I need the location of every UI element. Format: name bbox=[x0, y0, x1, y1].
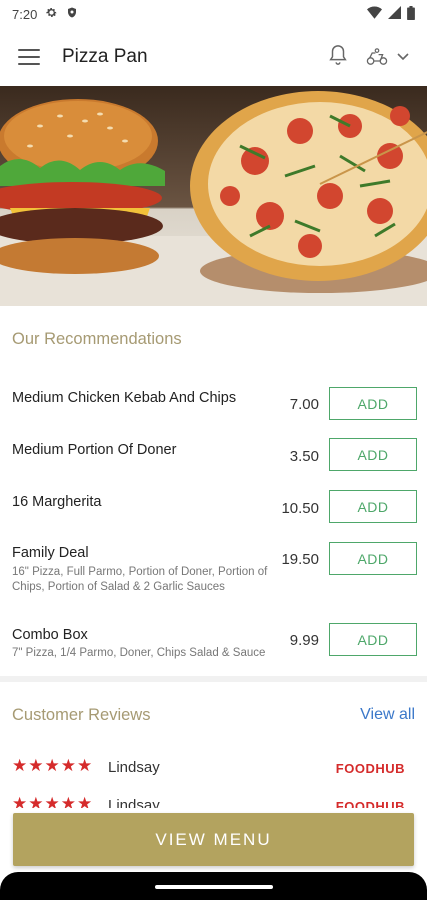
app-bar: Pizza Pan bbox=[0, 28, 427, 86]
review-source-logo: FOODHUB bbox=[335, 761, 405, 776]
status-time: 7:20 bbox=[12, 6, 38, 22]
review-source-logo: FOODHUB bbox=[335, 799, 405, 808]
item-name: Medium Portion Of Doner bbox=[12, 442, 177, 458]
item-name: 16 Margherita bbox=[12, 494, 102, 510]
shield-icon bbox=[66, 6, 78, 22]
item-price: 9.99 bbox=[289, 632, 319, 649]
settings-icon bbox=[45, 6, 58, 22]
notification-bell-icon[interactable] bbox=[327, 43, 349, 72]
add-button[interactable]: ADD bbox=[329, 490, 417, 523]
reviewer-name: Lindsay bbox=[108, 759, 160, 776]
list-item: Family Deal 16" Pizza, Full Parmo, Porti… bbox=[0, 535, 427, 615]
add-button[interactable]: ADD bbox=[329, 438, 417, 471]
item-name: Combo Box bbox=[12, 627, 88, 643]
item-description: 7" Pizza, 1/4 Parmo, Doner, Chips Salad … bbox=[12, 647, 266, 659]
battery-icon bbox=[407, 5, 415, 23]
app-title: Pizza Pan bbox=[62, 46, 148, 67]
list-item: 16 Margherita 10.50 ADD bbox=[0, 483, 427, 533]
add-button[interactable]: ADD bbox=[329, 542, 417, 575]
item-name: Family Deal bbox=[12, 545, 89, 561]
item-price: 3.50 bbox=[289, 448, 319, 465]
reviews-heading: Customer Reviews bbox=[12, 706, 151, 724]
view-all-link[interactable]: View all bbox=[360, 706, 415, 724]
hero-banner-image bbox=[0, 86, 427, 306]
chevron-down-icon[interactable] bbox=[397, 53, 409, 61]
list-item: Medium Portion Of Doner 3.50 ADD bbox=[0, 432, 427, 482]
section-divider bbox=[0, 676, 427, 682]
signal-icon bbox=[388, 6, 401, 22]
menu-icon[interactable] bbox=[18, 49, 40, 65]
burger-image bbox=[0, 99, 165, 274]
delivery-scooter-icon[interactable] bbox=[365, 47, 409, 67]
status-bar: 7:20 bbox=[0, 0, 427, 28]
item-price: 19.50 bbox=[281, 551, 319, 568]
star-rating-icon: ★★★★★ bbox=[12, 794, 94, 808]
item-name: Medium Chicken Kebab And Chips bbox=[12, 390, 237, 406]
review-item: ★★★★★ Lindsay FOODHUB bbox=[0, 756, 427, 786]
add-button[interactable]: ADD bbox=[329, 623, 417, 656]
list-item: Combo Box 7" Pizza, 1/4 Parmo, Doner, Ch… bbox=[0, 617, 427, 673]
pizza-image bbox=[190, 91, 427, 293]
star-rating-icon: ★★★★★ bbox=[12, 756, 94, 775]
item-description: 16" Pizza, Full Parmo, Portion of Doner,… bbox=[12, 566, 268, 593]
list-item: Medium Chicken Kebab And Chips 7.00 ADD bbox=[0, 380, 427, 430]
system-navigation-bar bbox=[0, 872, 427, 900]
home-gesture-handle[interactable] bbox=[155, 885, 273, 889]
item-price: 7.00 bbox=[289, 396, 319, 413]
add-button[interactable]: ADD bbox=[329, 387, 417, 420]
view-menu-button[interactable]: VIEW MENU bbox=[13, 813, 414, 866]
review-item: ★★★★★ Lindsay FOODHUB bbox=[0, 794, 427, 808]
item-price: 10.50 bbox=[281, 500, 319, 517]
recommendations-heading: Our Recommendations bbox=[12, 330, 182, 348]
reviewer-name: Lindsay bbox=[108, 797, 160, 808]
wifi-icon bbox=[367, 6, 382, 22]
